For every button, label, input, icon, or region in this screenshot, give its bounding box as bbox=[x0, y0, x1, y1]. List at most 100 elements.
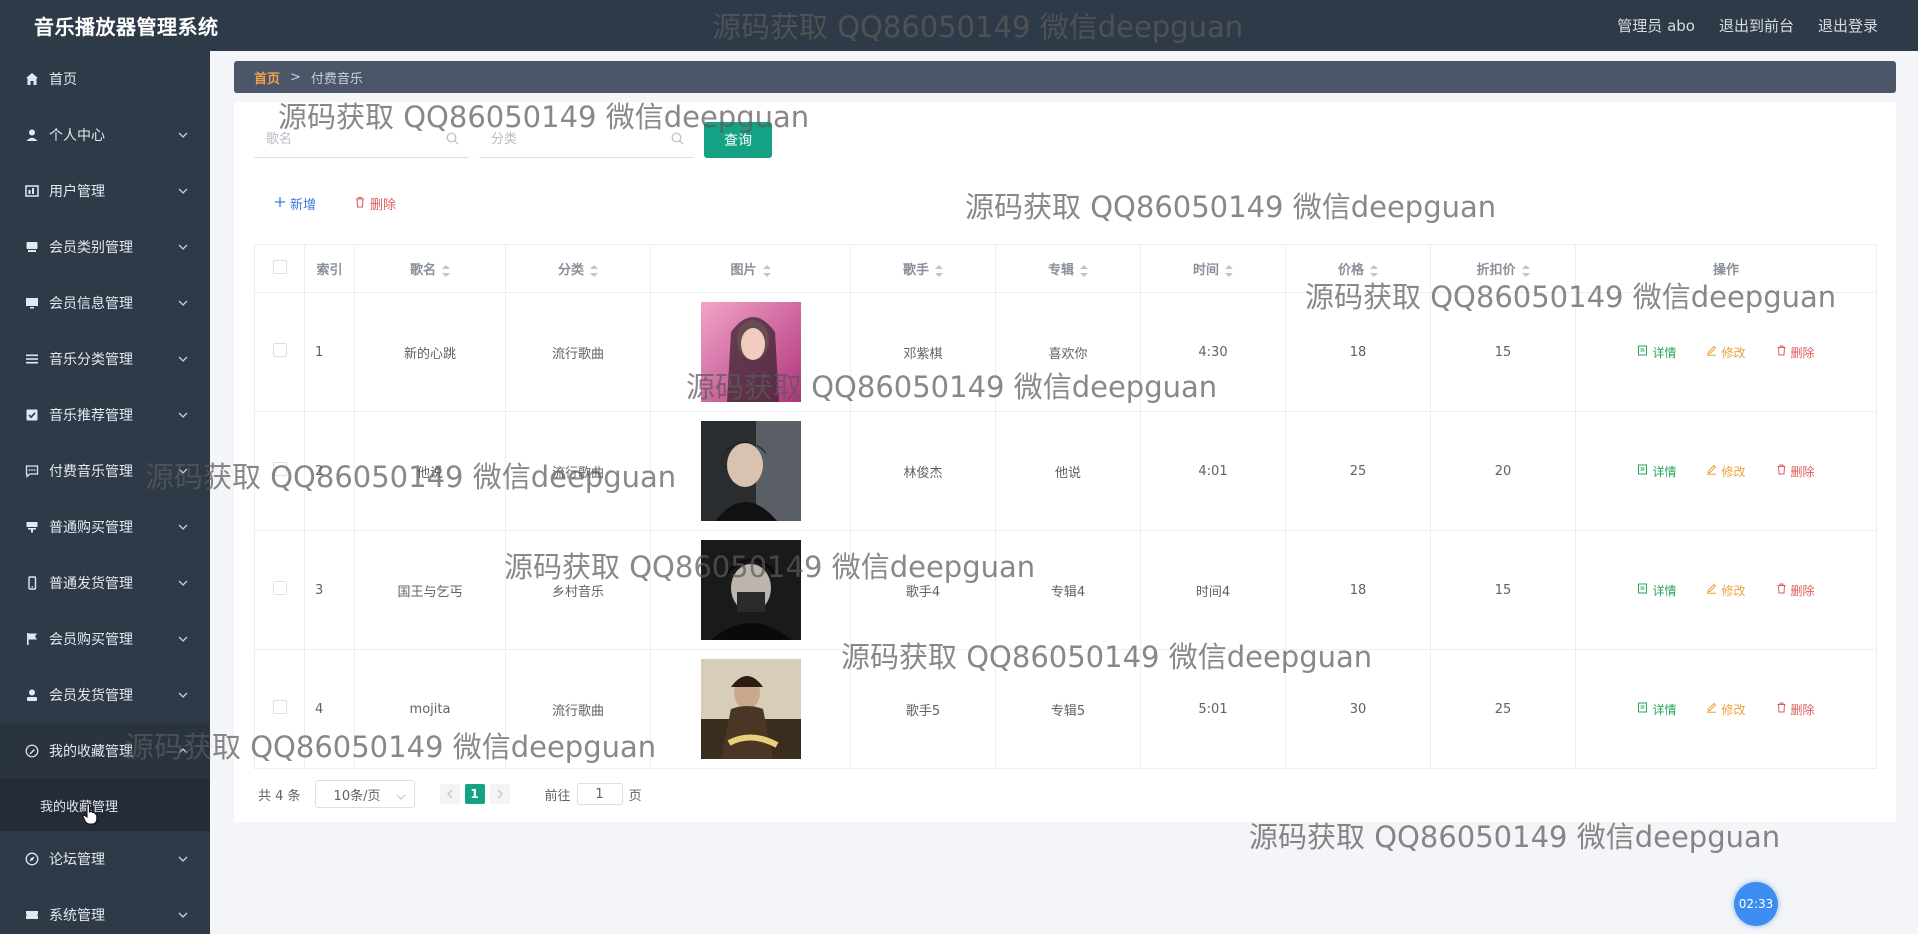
search-row: 查询 bbox=[254, 122, 772, 158]
sort-icon[interactable] bbox=[1080, 264, 1088, 277]
sort-icon[interactable] bbox=[1521, 264, 1530, 277]
page-size-select[interactable]: 10条/页 bbox=[314, 780, 415, 808]
query-button[interactable]: 查询 bbox=[704, 122, 772, 158]
sort-icon[interactable] bbox=[762, 264, 771, 277]
row-checkbox[interactable] bbox=[272, 462, 287, 476]
header-album[interactable]: 专辑 bbox=[995, 244, 1141, 293]
sidebar-item-forum[interactable]: 论坛管理 bbox=[0, 831, 210, 887]
main-panel: 查询 新增 删除 索引 歌名 分类 图片 歌手 专辑 时间 价 bbox=[234, 102, 1896, 822]
cell-singer: 歌手5 bbox=[850, 649, 996, 769]
chart-icon bbox=[24, 183, 40, 199]
chevron-down-icon bbox=[178, 851, 188, 867]
prev-page-button[interactable] bbox=[439, 784, 460, 804]
sidebar-item-member-category[interactable]: 会员类别管理 bbox=[0, 219, 210, 275]
cell-price: 18 bbox=[1285, 530, 1431, 650]
breadcrumb-home[interactable]: 首页 bbox=[254, 68, 280, 87]
cell-index: 4 bbox=[304, 649, 355, 769]
document-icon bbox=[1637, 583, 1648, 597]
edit-button[interactable]: 修改 bbox=[1706, 463, 1746, 480]
edit-button[interactable]: 修改 bbox=[1706, 582, 1746, 599]
cell-image bbox=[650, 649, 851, 769]
sort-icon[interactable] bbox=[442, 264, 450, 277]
exit-to-front-link[interactable]: 退出到前台 bbox=[1719, 15, 1794, 36]
sidebar-item-member-info[interactable]: 会员信息管理 bbox=[0, 275, 210, 331]
breadcrumb-current: 付费音乐 bbox=[310, 71, 363, 87]
song-name-input[interactable] bbox=[254, 122, 469, 156]
edit-icon bbox=[1706, 345, 1717, 359]
sidebar-item-music-recommend[interactable]: 音乐推荐管理 bbox=[0, 387, 210, 443]
chevron-up-icon bbox=[178, 743, 188, 759]
cell-price: 30 bbox=[1285, 649, 1431, 769]
sidebar-item-music-category[interactable]: 音乐分类管理 bbox=[0, 331, 210, 387]
plus-icon bbox=[274, 196, 286, 212]
cell-category: 流行歌曲 bbox=[505, 411, 651, 531]
sidebar-item-member-purchase[interactable]: 会员购买管理 bbox=[0, 611, 210, 667]
chevron-down-icon bbox=[396, 790, 406, 805]
logout-link[interactable]: 退出登录 bbox=[1818, 15, 1878, 36]
edit-icon bbox=[1706, 702, 1717, 716]
sidebar-item-home[interactable]: 首页 bbox=[0, 51, 210, 107]
sidebar-item-member-delivery[interactable]: 会员发货管理 bbox=[0, 667, 210, 723]
album-cover-image bbox=[700, 540, 801, 640]
sidebar-item-label: 普通发货管理 bbox=[49, 576, 133, 592]
edit-button[interactable]: 修改 bbox=[1706, 701, 1746, 718]
cup-icon bbox=[24, 519, 40, 535]
sidebar-item-my-favorites[interactable]: 我的收藏管理 bbox=[0, 723, 210, 779]
select-all-checkbox[interactable] bbox=[272, 259, 287, 274]
sidebar-item-system[interactable]: 系统管理 bbox=[0, 887, 210, 934]
sort-icon[interactable] bbox=[935, 264, 943, 277]
row-checkbox[interactable] bbox=[272, 343, 287, 357]
edit-icon bbox=[1706, 583, 1717, 597]
delete-button[interactable]: 删除 bbox=[1776, 344, 1815, 361]
detail-button[interactable]: 详情 bbox=[1637, 463, 1676, 480]
sidebar-item-normal-purchase[interactable]: 普通购买管理 bbox=[0, 499, 210, 555]
chevron-down-icon bbox=[178, 239, 188, 255]
sidebar-item-label: 个人中心 bbox=[49, 128, 105, 144]
delete-button[interactable]: 删除 bbox=[1776, 701, 1815, 718]
cell-time: 4:30 bbox=[1140, 292, 1286, 412]
sidebar-subitem-my-favorites[interactable]: 我的收藏管理 bbox=[0, 779, 210, 831]
sidebar-item-label: 普通购买管理 bbox=[49, 520, 133, 536]
next-page-button[interactable] bbox=[489, 784, 510, 804]
trash-icon bbox=[354, 196, 366, 212]
detail-button[interactable]: 详情 bbox=[1637, 344, 1676, 361]
cell-image bbox=[650, 530, 851, 650]
user-icon bbox=[24, 127, 40, 143]
sort-icon[interactable] bbox=[590, 264, 598, 277]
cell-time: 5:01 bbox=[1140, 649, 1286, 769]
top-header: 音乐播放器管理系统 管理员 abo 退出到前台 退出登录 bbox=[0, 0, 1918, 51]
header-category[interactable]: 分类 bbox=[505, 244, 651, 293]
table-header-row: 索引 歌名 分类 图片 歌手 专辑 时间 价格 折扣价 操作 bbox=[254, 244, 1877, 293]
sidebar-item-paid-music[interactable]: 付费音乐管理 bbox=[0, 443, 210, 499]
sort-icon[interactable] bbox=[1370, 264, 1378, 277]
sidebar-item-users[interactable]: 用户管理 bbox=[0, 163, 210, 219]
cell-album: 专辑4 bbox=[995, 530, 1141, 650]
delete-button[interactable]: 删除 bbox=[1776, 582, 1815, 599]
add-button[interactable]: 新增 bbox=[274, 194, 316, 213]
header-song-name[interactable]: 歌名 bbox=[354, 244, 506, 293]
document-icon bbox=[1637, 464, 1648, 478]
sidebar-item-label: 会员发货管理 bbox=[49, 688, 133, 704]
batch-delete-button[interactable]: 删除 bbox=[354, 194, 396, 213]
detail-button[interactable]: 详情 bbox=[1637, 582, 1676, 599]
timer-badge[interactable]: 02:33 bbox=[1734, 882, 1778, 926]
document-icon bbox=[1637, 345, 1648, 359]
category-input[interactable] bbox=[479, 122, 694, 156]
sidebar-item-normal-delivery[interactable]: 普通发货管理 bbox=[0, 555, 210, 611]
sidebar-item-profile[interactable]: 个人中心 bbox=[0, 107, 210, 163]
sidebar-item-label: 会员信息管理 bbox=[49, 296, 133, 312]
sort-icon[interactable] bbox=[1225, 264, 1233, 277]
goto-page-input[interactable] bbox=[576, 783, 623, 805]
page-number-current[interactable]: 1 bbox=[464, 784, 485, 804]
row-checkbox[interactable] bbox=[272, 581, 287, 595]
header-price[interactable]: 价格 bbox=[1285, 244, 1431, 293]
edit-button[interactable]: 修改 bbox=[1706, 344, 1746, 361]
header-time[interactable]: 时间 bbox=[1140, 244, 1286, 293]
header-image[interactable]: 图片 bbox=[650, 244, 851, 293]
row-checkbox[interactable] bbox=[272, 700, 287, 714]
header-discount-price[interactable]: 折扣价 bbox=[1430, 244, 1576, 293]
delete-button[interactable]: 删除 bbox=[1776, 463, 1815, 480]
edit-icon bbox=[1706, 464, 1717, 478]
detail-button[interactable]: 详情 bbox=[1637, 701, 1676, 718]
header-singer[interactable]: 歌手 bbox=[850, 244, 996, 293]
